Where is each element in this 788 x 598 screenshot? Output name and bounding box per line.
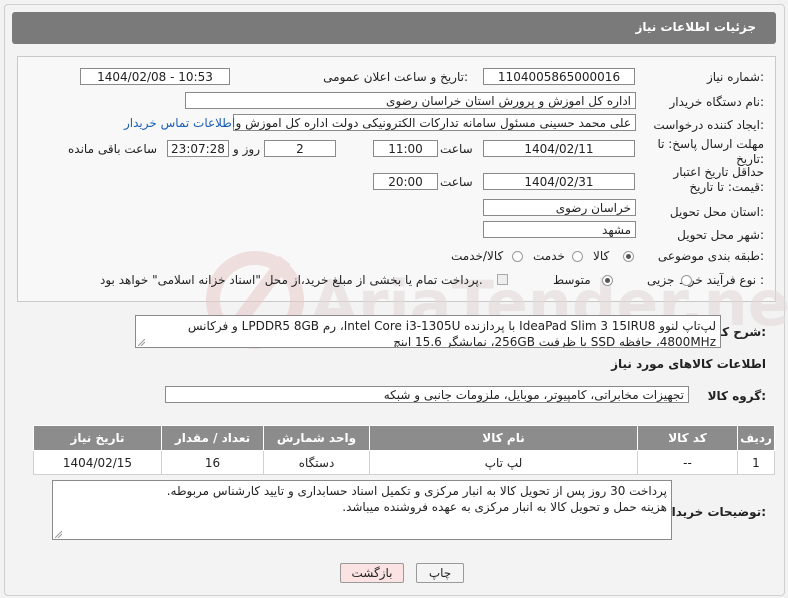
day-and-label: روز و xyxy=(233,142,260,156)
time-remaining-label: ساعت باقی مانده xyxy=(68,142,158,156)
col-goods-code: کد کالا xyxy=(637,425,738,451)
creator-field[interactable]: علی محمد حسینی مسئول سامانه تدارکات الکت… xyxy=(233,114,636,131)
price-validity-date-field[interactable]: 1404/02/31 xyxy=(483,173,635,190)
contact-info-link[interactable]: اطلاعات تماس خریدار xyxy=(124,116,235,130)
cell-row-number: 1 xyxy=(737,450,775,475)
deadline-label: مهلت ارسال پاسخ: تا تاریخ: xyxy=(657,137,764,166)
col-quantity: تعداد / مقدار xyxy=(161,425,264,451)
buyer-notes-line-1: پرداخت 30 روز پس از تحویل کالا به انبار … xyxy=(166,484,667,498)
province-label: استان محل تحویل: xyxy=(669,205,764,219)
col-goods-name: نام کالا xyxy=(369,425,638,451)
treasury-payment-checkbox[interactable] xyxy=(497,274,508,285)
announce-label: تاریخ و ساعت اعلان عمومی: xyxy=(323,70,468,84)
cell-goods-name: لپ تاپ xyxy=(369,450,638,475)
resize-handle-icon[interactable] xyxy=(138,339,145,346)
goods-group-label: گروه کالا: xyxy=(707,389,766,403)
buyer-notes-line-2: هزینه حمل و تحویل کالا به انبار مرکزی به… xyxy=(342,500,667,514)
process-option-minor: جزیی xyxy=(647,273,675,287)
goods-section-title: اطلاعات کالاهای مورد نیاز xyxy=(611,357,766,371)
goods-group-field[interactable]: تجهیزات مخابراتی، کامپیوتر، موبایل، ملزو… xyxy=(165,386,689,403)
announce-datetime-field[interactable]: 1404/02/08 - 10:53 xyxy=(80,68,230,85)
treasury-payment-note: پرداخت تمام یا بخشی از مبلغ خرید،از محل … xyxy=(100,273,483,287)
print-button[interactable]: چاپ xyxy=(416,563,464,583)
process-radio-minor[interactable] xyxy=(681,275,692,286)
buyer-org-label: نام دستگاه خریدار: xyxy=(669,95,765,109)
price-time-label: ساعت xyxy=(440,175,473,189)
category-option-service: خدمت xyxy=(533,249,565,263)
price-validity-label: حداقل تاریخ اعتبار قیمت: تا تاریخ: xyxy=(673,165,764,194)
page-title: جزئیات اطلاعات نیاز xyxy=(635,20,756,34)
category-radio-goods[interactable] xyxy=(623,251,634,262)
back-button[interactable]: بازگشت xyxy=(340,563,404,583)
category-label: طبقه بندی موضوعی: xyxy=(657,249,764,263)
buyer-org-field[interactable]: اداره کل اموزش و پرورش استان خراسان رضوی xyxy=(185,92,636,109)
description-textarea[interactable]: لپ‌تاپ لنوو IdeaPad Slim 3 15IRU8 با پرد… xyxy=(135,315,721,348)
col-need-date: تاریخ نیاز xyxy=(33,425,162,451)
city-field[interactable]: مشهد xyxy=(483,221,636,238)
deadline-date-field[interactable]: 1404/02/11 xyxy=(483,140,635,157)
deadline-time-label: ساعت xyxy=(440,142,473,156)
col-unit: واحد شمارش xyxy=(263,425,370,451)
need-number-label: شماره نیاز: xyxy=(706,70,764,84)
process-radio-medium[interactable] xyxy=(602,275,613,286)
buyer-notes-label: توضیحات خریدار: xyxy=(664,505,766,519)
process-option-medium: متوسط xyxy=(553,273,591,287)
goods-table: ردیف کد کالا نام کالا واحد شمارش تعداد /… xyxy=(33,425,775,475)
cell-need-date: 1404/02/15 xyxy=(33,450,162,475)
cell-unit: دستگاه xyxy=(263,450,370,475)
creator-label: ایجاد کننده درخواست: xyxy=(653,118,764,132)
price-validity-time-field[interactable]: 20:00 xyxy=(373,173,438,190)
resize-handle-icon[interactable] xyxy=(55,531,62,538)
deadline-time-field[interactable]: 11:00 xyxy=(373,140,438,157)
table-header-row: ردیف کد کالا نام کالا واحد شمارش تعداد /… xyxy=(33,425,775,451)
buyer-notes-textarea[interactable]: پرداخت 30 روز پس از تحویل کالا به انبار … xyxy=(52,480,672,540)
col-row-number: ردیف xyxy=(737,425,775,451)
category-option-goods-service: کالا/خدمت xyxy=(451,249,504,263)
days-remaining-field[interactable]: 2 xyxy=(264,140,336,157)
category-radio-service[interactable] xyxy=(572,251,583,262)
cell-goods-code: -- xyxy=(637,450,738,475)
province-field[interactable]: خراسان رضوی xyxy=(483,199,636,216)
table-row[interactable]: 1 -- لپ تاپ دستگاه 16 1404/02/15 xyxy=(33,450,775,475)
category-option-goods: کالا xyxy=(593,249,610,263)
need-number-field[interactable]: 1104005865000016 xyxy=(483,68,635,85)
cell-quantity: 16 xyxy=(161,450,264,475)
time-remaining-field[interactable]: 23:07:28 xyxy=(167,140,229,157)
page-header: جزئیات اطلاعات نیاز xyxy=(12,12,776,44)
city-label: شهر محل تحویل: xyxy=(677,228,764,242)
category-radio-goods-service[interactable] xyxy=(512,251,523,262)
